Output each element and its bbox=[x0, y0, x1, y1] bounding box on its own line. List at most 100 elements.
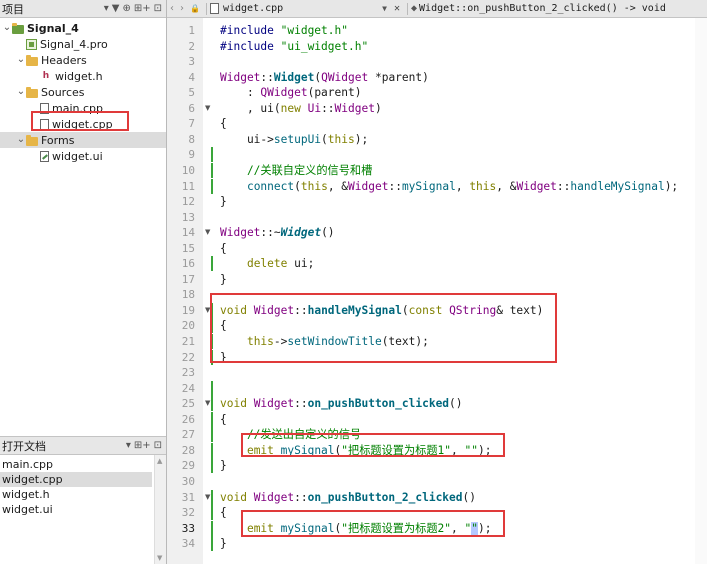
code-token: ui-> bbox=[220, 132, 274, 146]
editor-toolbar: ‹ › 🔒 widget.cpp ▼ ✕ ◆ Widget::on_pushBu… bbox=[167, 0, 707, 18]
tree-item[interactable]: Signal_4.pro bbox=[16, 36, 108, 52]
open-docs-split-icon[interactable]: ⊞+ bbox=[134, 439, 151, 453]
project-pane-title: 项目 bbox=[2, 2, 24, 16]
lock-icon[interactable]: 🔒 bbox=[187, 4, 203, 13]
change-marker bbox=[211, 458, 213, 474]
open-documents-panel: 打开文档 ▾ ⊞+ ⊡ main.cpp widget.cpp widget.h wi… bbox=[0, 436, 166, 564]
project-pane-tools: ▾ ▼ ⊕ ⊞+ ⊡ bbox=[104, 2, 166, 16]
code-token: , & bbox=[496, 179, 517, 193]
tree-item[interactable]: widget.ui bbox=[30, 148, 103, 164]
cpp-file-icon bbox=[209, 3, 219, 14]
change-marker bbox=[211, 147, 213, 163]
open-docs-tools: ▾ ⊞+ ⊡ bbox=[126, 439, 166, 453]
change-marker bbox=[211, 505, 213, 521]
code-token: new bbox=[280, 101, 308, 115]
expand-arrow-icon[interactable]: ⌄ bbox=[2, 23, 12, 33]
pro-file-icon bbox=[26, 38, 37, 50]
code-token: { bbox=[220, 117, 227, 131]
annotation-box-handle-my-signal bbox=[210, 293, 557, 363]
line-number: 27 bbox=[181, 428, 195, 442]
tree-item-label: Headers bbox=[41, 53, 87, 67]
headers-folder-icon bbox=[26, 54, 38, 66]
code-token: ui; bbox=[294, 257, 315, 271]
code-line: } bbox=[220, 536, 227, 551]
code-token: :: bbox=[388, 179, 402, 193]
expand-arrow-icon[interactable]: ⌄ bbox=[16, 135, 26, 145]
open-docs-scrollbar[interactable] bbox=[154, 455, 166, 564]
code-token: Ui bbox=[307, 101, 322, 115]
code-token: *parent) bbox=[368, 70, 429, 84]
code-line: } bbox=[220, 272, 227, 287]
code-line: } bbox=[220, 458, 227, 473]
code-line: Widget::~Widget() bbox=[220, 225, 335, 240]
function-selector-label: Widget::on_pushButton_2_clicked() -> voi… bbox=[419, 3, 666, 14]
code-line: } bbox=[220, 194, 227, 209]
code-token: ); bbox=[354, 132, 369, 146]
code-token: #include bbox=[220, 24, 281, 37]
split-icon[interactable]: ⊞+ bbox=[134, 2, 151, 16]
function-icon: ◆ bbox=[411, 3, 418, 14]
code-line: { bbox=[220, 241, 227, 256]
open-doc-item[interactable]: main.cpp bbox=[2, 457, 162, 472]
open-doc-item[interactable]: widget.h bbox=[2, 487, 162, 502]
line-number: 34 bbox=[181, 537, 195, 551]
line-number: 21 bbox=[181, 335, 195, 348]
line-number: 24 bbox=[181, 381, 195, 395]
change-marker bbox=[211, 427, 213, 443]
change-marker bbox=[211, 396, 213, 412]
view-selector-dropdown-icon[interactable]: ▾ bbox=[104, 2, 109, 16]
toolbar-separator bbox=[205, 2, 207, 15]
back-button[interactable]: ‹ bbox=[167, 3, 177, 14]
code-token: :: bbox=[556, 179, 571, 193]
open-docs-dropdown-icon[interactable]: ▾ bbox=[126, 439, 131, 453]
code-editor[interactable]: #include "widget.h" #include "ui_widget.h… bbox=[220, 18, 707, 564]
code-line: : QWidget(parent) bbox=[220, 85, 362, 100]
tree-item[interactable]: ⌄ Headers bbox=[16, 52, 87, 68]
code-token: } bbox=[220, 272, 227, 286]
close-pane-icon[interactable]: ⊡ bbox=[154, 2, 162, 16]
forward-button[interactable]: › bbox=[177, 3, 187, 14]
open-doc-item[interactable]: widget.cpp bbox=[0, 472, 152, 487]
line-number: 7 bbox=[188, 117, 195, 131]
line-number: 33 bbox=[181, 521, 195, 535]
code-line: { bbox=[220, 505, 227, 520]
tree-item[interactable]: h widget.h bbox=[30, 68, 103, 84]
tree-item[interactable]: ⌄ Sources bbox=[16, 84, 85, 100]
fold-toggle-icon[interactable]: ▼ bbox=[205, 225, 213, 240]
code-line: { bbox=[220, 116, 227, 131]
change-marker bbox=[211, 178, 213, 194]
line-number: 32 bbox=[181, 506, 195, 520]
link-editor-icon[interactable]: ⊕ bbox=[122, 2, 130, 16]
line-number: 3 bbox=[188, 55, 195, 69]
change-marker bbox=[211, 489, 213, 505]
expand-arrow-icon[interactable]: ⌄ bbox=[16, 87, 26, 97]
editor-scrollbar[interactable] bbox=[695, 18, 707, 564]
function-selector[interactable]: ◆ Widget::on_pushButton_2_clicked() -> v… bbox=[411, 3, 707, 14]
code-token: Widget bbox=[516, 179, 557, 193]
line-number: 26 bbox=[181, 412, 195, 426]
line-number-gutter[interactable]: 1 2 3 4 5 6 ▼ 7 8 9 10 11 12 13 14 ▼ 15 16 17 18 19 ▼ 20 21 22 23… bbox=[167, 18, 210, 564]
expand-arrow-icon[interactable]: ⌄ bbox=[16, 55, 26, 65]
code-token: connect bbox=[246, 179, 295, 193]
code-line: connect(this, &Widget::mySignal, this, &… bbox=[220, 179, 678, 194]
code-token: :: bbox=[260, 70, 274, 84]
change-marker bbox=[211, 442, 213, 458]
filter-icon[interactable]: ▼ bbox=[112, 2, 120, 16]
line-number: 11 bbox=[181, 179, 195, 193]
open-doc-item[interactable]: widget.ui bbox=[2, 502, 162, 517]
tree-item[interactable]: ⌄ Signal_4 bbox=[2, 20, 79, 36]
code-token: this bbox=[300, 179, 328, 193]
close-file-button[interactable]: ✕ bbox=[390, 3, 404, 14]
code-token: this bbox=[469, 179, 497, 193]
project-pane-header: 项目 ▾ ▼ ⊕ ⊞+ ⊡ bbox=[0, 0, 166, 18]
sources-folder-icon bbox=[26, 86, 38, 98]
code-token: ) bbox=[374, 101, 382, 115]
open-docs-close-icon[interactable]: ⊡ bbox=[154, 439, 162, 453]
line-number: 23 bbox=[181, 366, 195, 380]
tree-item[interactable]: ⌄ Forms bbox=[16, 132, 75, 148]
fold-toggle-icon[interactable]: ▼ bbox=[205, 101, 213, 116]
code-token: Widget bbox=[253, 397, 295, 411]
code-token: this bbox=[327, 132, 355, 146]
line-number: 19 bbox=[181, 303, 195, 317]
file-selector[interactable]: widget.cpp ▼ bbox=[209, 3, 390, 14]
